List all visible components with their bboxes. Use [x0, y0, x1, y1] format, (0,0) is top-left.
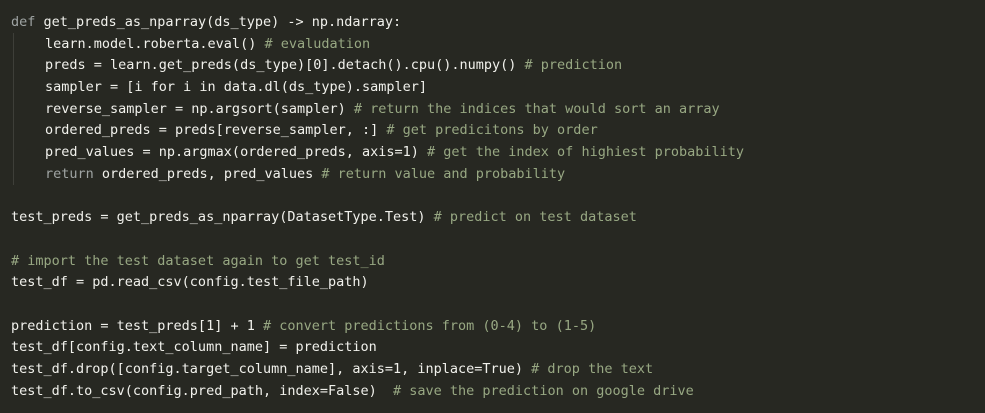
- code-text: test_df = pd.read_csv(config.test_file_p…: [11, 274, 369, 291]
- code-comment: # save the prediction on google drive: [393, 382, 694, 399]
- code-line: # import the test dataset again to get t…: [11, 251, 744, 273]
- code-text: pred_values = np.argmax(ordered_preds, a…: [45, 144, 428, 161]
- code-line: prediction = test_preds[1] + 1 # convert…: [11, 316, 744, 338]
- code-text: learn.model.roberta.eval(): [45, 35, 265, 52]
- code-text: test_df[config.text_column_name] = predi…: [11, 339, 377, 356]
- code-line: learn.model.roberta.eval() # evaludation: [11, 34, 744, 56]
- code-line: test_df.drop([config.target_column_name]…: [11, 359, 744, 381]
- code-text: test_preds = get_preds_as_nparray(Datase…: [11, 209, 434, 226]
- code-line: test_df = pd.read_csv(config.test_file_p…: [11, 272, 744, 294]
- code-comment: # convert predictions from (0-4) to (1-5…: [262, 317, 597, 334]
- code-line: test_df.to_csv(config.pred_path, index=F…: [11, 381, 744, 403]
- code-line: def get_preds_as_nparray(ds_type) -> np.…: [11, 12, 744, 34]
- code-block[interactable]: def get_preds_as_nparray(ds_type) -> np.…: [11, 12, 744, 402]
- code-comment: # prediction: [524, 57, 623, 74]
- code-line: preds = learn.get_preds(ds_type)[0].deta…: [11, 55, 744, 77]
- code-editor[interactable]: def get_preds_as_nparray(ds_type) -> np.…: [0, 0, 985, 413]
- code-text: ordered_preds, pred_values: [93, 165, 322, 182]
- code-text: preds = learn.get_preds(ds_type)[0].deta…: [45, 57, 525, 74]
- code-line: sampler = [i for i in data.dl(ds_type).s…: [11, 77, 744, 99]
- code-comment: # evaludation: [264, 35, 371, 52]
- code-comment: # get predicitons by order: [386, 122, 598, 139]
- code-text: sampler = [i for i in data.dl(ds_type).s…: [45, 79, 428, 96]
- code-comment: # return value and probability: [321, 165, 566, 182]
- code-line: pred_values = np.argmax(ordered_preds, a…: [11, 142, 744, 164]
- code-text: get_preds_as_nparray(ds_type) -> np.ndar…: [35, 14, 402, 30]
- code-line: test_preds = get_preds_as_nparray(Datase…: [11, 207, 744, 229]
- code-text: test_df.drop([config.target_column_name]…: [11, 361, 532, 377]
- code-keyword: return: [45, 165, 94, 182]
- code-line: reverse_sampler = np.argsort(sampler) # …: [11, 99, 744, 121]
- code-comment: # import the test dataset again to get t…: [11, 252, 385, 269]
- code-text: prediction = test_preds[1] + 1: [11, 317, 263, 334]
- code-line: ordered_preds = preds[reverse_sampler, :…: [11, 120, 744, 142]
- code-comment: # predict on test dataset: [433, 209, 637, 226]
- code-text: reverse_sampler = np.argsort(sampler): [45, 100, 354, 117]
- code-comment: # return the indices that would sort an …: [353, 100, 720, 117]
- code-text: test_df.to_csv(config.pred_path, index=F…: [11, 382, 394, 399]
- code-text: ordered_preds = preds[reverse_sampler, :…: [45, 122, 387, 139]
- code-keyword: def: [11, 14, 36, 30]
- code-line: return ordered_preds, pred_values # retu…: [11, 164, 744, 186]
- code-comment: # drop the text: [531, 361, 654, 377]
- code-line: test_df[config.text_column_name] = predi…: [11, 337, 744, 359]
- code-comment: # get the index of highiest probability: [427, 144, 744, 161]
